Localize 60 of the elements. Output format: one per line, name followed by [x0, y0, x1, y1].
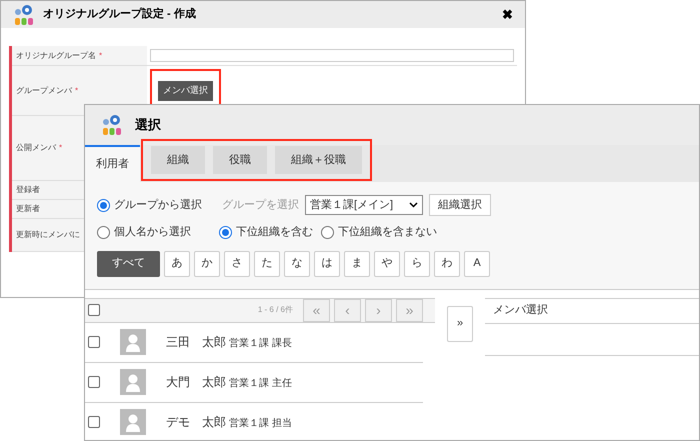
field-label: 公開メンバ: [16, 142, 56, 154]
radio-button[interactable]: [219, 226, 232, 239]
letter-filter-button[interactable]: さ: [224, 250, 250, 276]
dialog-title: 選択: [135, 116, 161, 134]
radio-button[interactable]: [97, 198, 110, 212]
radio-button[interactable]: [97, 226, 110, 239]
result-count: 1 - 6 / 6件: [258, 304, 293, 316]
radio-button[interactable]: [321, 226, 334, 239]
field-label: 登録者: [16, 184, 40, 196]
tab[interactable]: 組織＋役職: [275, 146, 362, 174]
checkbox[interactable]: [88, 416, 100, 428]
field-label: オリジナルグループ名: [16, 50, 96, 62]
tab[interactable]: 役職: [213, 146, 267, 174]
selected-header: メンバ選択: [485, 298, 699, 324]
field-label: 更新時にメンバに: [16, 229, 80, 241]
tab[interactable]: 利用者: [85, 145, 140, 182]
required-mark: *: [59, 142, 62, 154]
checkbox[interactable]: [88, 304, 100, 316]
letter-filter-button[interactable]: や: [374, 250, 400, 276]
checkbox[interactable]: [88, 376, 100, 388]
gears-icon: [13, 4, 35, 26]
field-label: グループメンバ: [16, 84, 72, 96]
letter-filter-button[interactable]: か: [194, 250, 220, 276]
user-name: 大門 太郎: [166, 374, 226, 391]
letter-filter-button[interactable]: ら: [404, 250, 430, 276]
field-label: 更新者: [16, 203, 40, 215]
letter-filter-button[interactable]: は: [314, 250, 340, 276]
letter-filter-button[interactable]: すべて: [97, 250, 160, 276]
radio-label: 下位組織を含む: [236, 225, 313, 240]
letter-filter-button[interactable]: ま: [344, 250, 370, 276]
avatar-placeholder-icon: [120, 409, 146, 435]
letter-filter-button[interactable]: た: [254, 250, 280, 276]
letter-filter-button[interactable]: A: [464, 250, 490, 276]
user-detail: 営業１課 担当: [229, 416, 292, 431]
user-detail: 営業１課 課長: [229, 336, 292, 351]
add-button[interactable]: »: [447, 306, 473, 342]
close-icon[interactable]: ✖: [502, 4, 513, 24]
avatar-placeholder-icon: [120, 369, 146, 395]
gears-icon: [101, 114, 123, 136]
avatar-placeholder-icon: [120, 329, 146, 355]
group-dropdown[interactable]: 営業１課[メイン]: [305, 195, 423, 215]
radio-label: グループから選択: [114, 198, 202, 213]
group-label: グループを選択: [222, 198, 299, 213]
member-select-button[interactable]: メンバ選択: [158, 81, 213, 100]
radio-label: 下位組織を含まない: [338, 225, 437, 240]
letter-filter-button[interactable]: あ: [164, 250, 190, 276]
chevron-down-icon: [409, 202, 418, 208]
window-title: オリジナルグループ設定 - 作成: [43, 6, 197, 22]
required-mark: *: [99, 50, 102, 62]
letter-filter-button[interactable]: わ: [434, 250, 460, 276]
input-field[interactable]: [150, 49, 514, 62]
user-name: デモ 太郎: [166, 414, 226, 431]
user-name: 三田 太郎: [166, 334, 226, 351]
user-detail: 営業１課 主任: [229, 376, 292, 391]
letter-filter-button[interactable]: な: [284, 250, 310, 276]
org-select-button[interactable]: 組織選択: [429, 194, 491, 216]
checkbox[interactable]: [88, 336, 100, 348]
radio-label: 個人名から選択: [114, 225, 191, 240]
required-mark: *: [75, 84, 78, 96]
tab[interactable]: 組織: [151, 146, 205, 174]
